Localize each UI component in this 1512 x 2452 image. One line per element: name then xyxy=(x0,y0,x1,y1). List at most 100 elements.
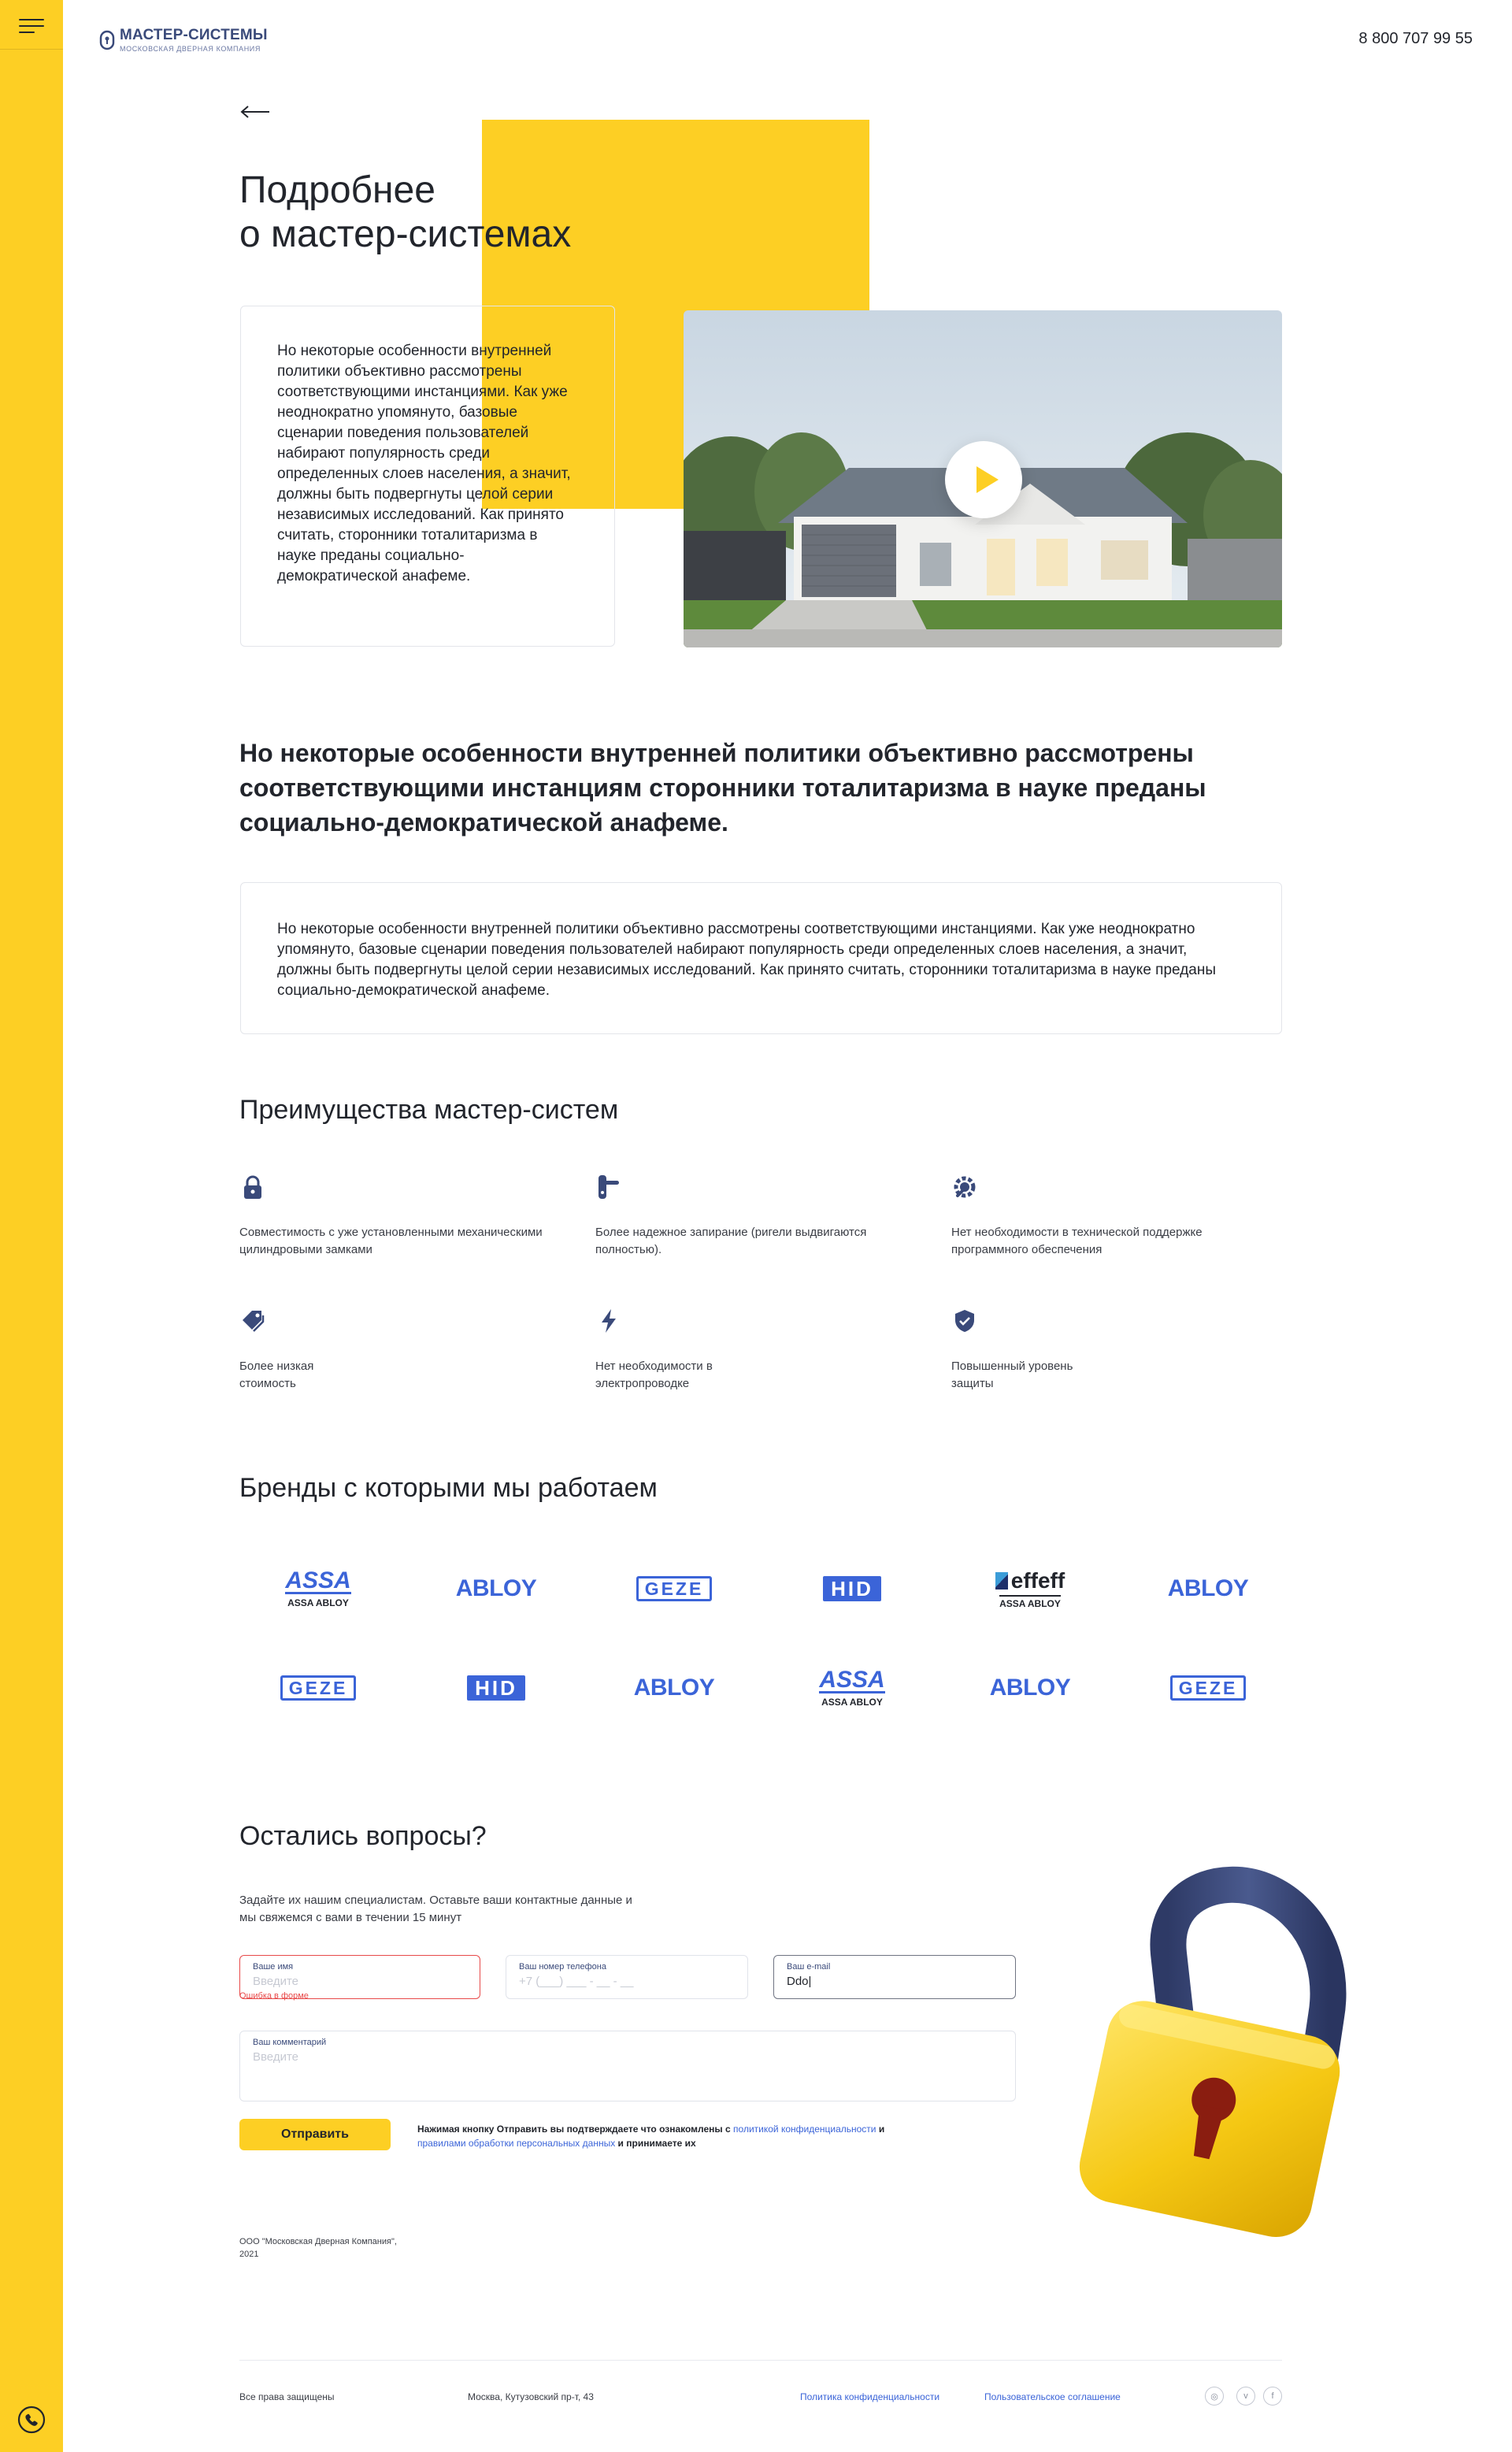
brand-name: GEZE xyxy=(280,1675,357,1701)
phone-field-placeholder: +7 (___) ___ - __ - __ xyxy=(519,1975,634,1988)
advantage-text: Совместимость с уже установленными механ… xyxy=(239,1226,543,1256)
lock-icon xyxy=(239,1174,266,1200)
brand-logo-abloy[interactable]: ABLOY xyxy=(951,1660,1109,1716)
video-player[interactable] xyxy=(684,310,1282,647)
facebook-icon[interactable]: f xyxy=(1263,2387,1282,2406)
shield-check-icon xyxy=(951,1308,978,1334)
logo[interactable]: МАСТЕР-СИСТЕМЫ МОСКОВСКАЯ ДВЕРНАЯ КОМПАН… xyxy=(99,27,268,53)
company-copyright: ООО "Московская Дверная Компания", 2021 xyxy=(239,2237,397,2259)
door-handle-icon xyxy=(595,1174,622,1200)
brand-name: HID xyxy=(467,1675,525,1701)
brand-logo-abloy[interactable]: ABLOY xyxy=(417,1561,575,1616)
phone-field-label: Ваш номер телефона xyxy=(519,1962,606,1972)
brand-logo-geze[interactable]: GEZE xyxy=(595,1561,753,1616)
description-card: Но некоторые особенности внутренней поли… xyxy=(240,882,1282,1034)
brand-logo-assa[interactable]: ASSA ASSA ABLOY xyxy=(239,1561,397,1616)
sidebar xyxy=(0,0,63,2452)
privacy-policy-link[interactable]: политикой конфиденциальности xyxy=(733,2124,876,2135)
brand-name: effeff xyxy=(995,1568,1065,1593)
header-phone[interactable]: 8 800 707 99 55 xyxy=(1358,30,1473,48)
email-field-label: Ваш e-mail xyxy=(787,1962,831,1972)
footer-agreement-link[interactable]: Пользовательское соглашение xyxy=(984,2391,1121,2402)
padlock-illustration xyxy=(1027,1843,1389,2238)
consent-text: Нажимая кнопку Отправить вы подтверждает… xyxy=(417,2122,921,2150)
brand-name: HID xyxy=(823,1576,881,1601)
brand-subname: ASSA ABLOY xyxy=(821,1696,883,1708)
brand-logo-abloy[interactable]: ABLOY xyxy=(1129,1561,1287,1616)
brand-logo-geze[interactable]: GEZE xyxy=(1129,1660,1287,1716)
brands-title: Бренды с которыми мы работаем xyxy=(239,1473,658,1503)
footer-address: Москва, Кутузовский пр-т, 43 xyxy=(468,2391,594,2402)
brand-logo-geze[interactable]: GEZE xyxy=(239,1660,397,1716)
advantage-text: Нет необходимости в электропроводке xyxy=(595,1360,713,1390)
brand-logo-effeff[interactable]: effeff ASSA ABLOY xyxy=(951,1561,1109,1616)
footer-rights: Все права защищены xyxy=(239,2391,335,2402)
brand-name: GEZE xyxy=(1169,1675,1247,1701)
brand-name: ABLOY xyxy=(989,1675,1071,1701)
advantages-title: Преимущества мастер-систем xyxy=(239,1095,619,1125)
effeff-mark-icon xyxy=(995,1571,1008,1590)
advantage-item: Совместимость с уже установленными механ… xyxy=(239,1174,554,1259)
tag-icon xyxy=(239,1308,266,1334)
play-button[interactable] xyxy=(945,441,1022,518)
brand-logo-hid[interactable]: HID xyxy=(773,1561,931,1616)
sidebar-divider xyxy=(0,49,63,50)
advantage-text: Повышенный уровень защиты xyxy=(951,1360,1073,1390)
name-field-placeholder: Введите xyxy=(253,1975,298,1988)
email-field-value: Ddo| xyxy=(787,1975,812,1988)
consent-part: и принимаете их xyxy=(615,2138,696,2149)
advantage-text: Более низкая стоимость xyxy=(239,1360,314,1390)
advantage-item: Нет необходимости в технической поддержк… xyxy=(951,1174,1266,1259)
intro-text-card: Но некоторые особенности внутренней поли… xyxy=(240,306,615,647)
play-icon xyxy=(976,466,999,493)
gear-wrench-icon xyxy=(951,1174,978,1200)
page-title-line2: о мастер-системах xyxy=(239,213,572,255)
brand-logo-abloy[interactable]: ABLOY xyxy=(595,1660,753,1716)
brand-logo-assa[interactable]: ASSA ASSA ABLOY xyxy=(773,1660,931,1716)
submit-button[interactable]: Отправить xyxy=(239,2119,391,2150)
comment-field-placeholder: Введите xyxy=(253,2050,298,2064)
menu-burger-icon[interactable] xyxy=(19,19,44,35)
brand-name: ASSA xyxy=(285,1567,351,1594)
brand-name: ABLOY xyxy=(633,1675,715,1701)
footer-privacy-link[interactable]: Политика конфиденциальности xyxy=(800,2391,939,2402)
phone-field[interactable]: Ваш номер телефона +7 (___) ___ - __ - _… xyxy=(506,1955,748,1999)
advantage-item: Более низкая стоимость xyxy=(239,1308,554,1393)
name-field-error: Ошибка в форме xyxy=(239,1991,309,2001)
lightning-icon xyxy=(595,1308,622,1334)
data-processing-link[interactable]: правилами обработки персональных данных xyxy=(417,2138,615,2149)
logo-lock-icon xyxy=(99,30,115,50)
logo-subtitle: МОСКОВСКАЯ ДВЕРНАЯ КОМПАНИЯ xyxy=(120,45,261,53)
brand-name: GEZE xyxy=(636,1576,713,1601)
consent-part: и xyxy=(876,2124,885,2135)
advantage-text: Нет необходимости в технической поддержк… xyxy=(951,1226,1203,1256)
description-text: Но некоторые особенности внутренней поли… xyxy=(277,921,1216,999)
page-title: Подробнее о мастер-системах xyxy=(239,169,571,257)
intro-text: Но некоторые особенности внутренней поли… xyxy=(277,343,571,584)
consent-part: Нажимая кнопку Отправить вы подтверждает… xyxy=(417,2124,734,2135)
brand-logo-hid[interactable]: HID xyxy=(417,1660,575,1716)
back-arrow-icon[interactable] xyxy=(239,104,271,120)
advantage-item: Более надежное запирание (ригели выдвига… xyxy=(595,1174,910,1259)
advantage-item: Нет необходимости в электропроводке xyxy=(595,1308,910,1393)
instagram-icon[interactable]: ◎ xyxy=(1205,2387,1224,2406)
brand-name: ABLOY xyxy=(1167,1575,1249,1601)
footer-divider xyxy=(239,2360,1282,2361)
form-title: Остались вопросы? xyxy=(239,1821,487,1851)
form-subtitle: Задайте их нашим специалистам. Оставьте … xyxy=(239,1894,632,1924)
email-field[interactable]: Ваш e-mail Ddo| xyxy=(773,1955,1016,1999)
brand-name: ASSA xyxy=(819,1666,885,1693)
advantage-item: Повышенный уровень защиты xyxy=(951,1308,1266,1393)
vk-icon[interactable]: v xyxy=(1236,2387,1255,2406)
brand-subname: ASSA ABLOY xyxy=(287,1597,349,1608)
logo-title: МАСТЕР-СИСТЕМЫ xyxy=(120,27,268,43)
page-title-line1: Подробнее xyxy=(239,169,435,211)
comment-field[interactable]: Ваш комментарий Введите xyxy=(239,2031,1016,2101)
brand-name: ABLOY xyxy=(455,1575,537,1601)
comment-field-label: Ваш комментарий xyxy=(253,2038,327,2047)
phone-call-icon[interactable] xyxy=(16,2404,47,2435)
brand-subname: ASSA ABLOY xyxy=(999,1594,1061,1609)
advantage-text: Более надежное запирание (ригели выдвига… xyxy=(595,1226,867,1256)
name-field-label: Ваше имя xyxy=(253,1962,294,1972)
lead-text: Но некоторые особенности внутренней поли… xyxy=(239,739,1206,836)
